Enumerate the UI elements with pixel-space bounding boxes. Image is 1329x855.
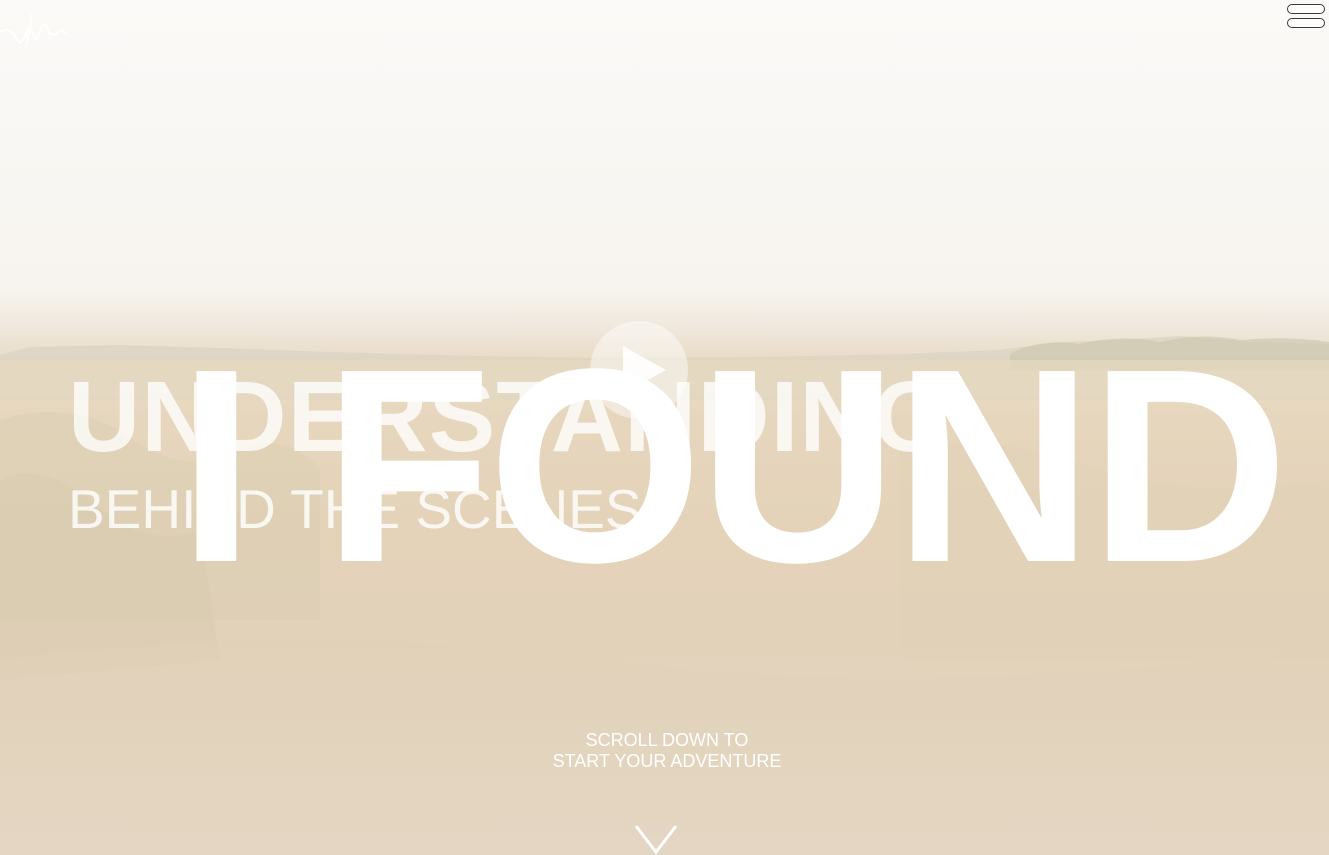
menu-bar-top (1287, 4, 1325, 14)
menu-button[interactable] (1286, 3, 1326, 31)
menu-bar-bottom (1287, 18, 1325, 28)
signature-logo-icon[interactable] (0, 4, 70, 52)
play-icon (623, 346, 666, 394)
scroll-prompt: SCROLL DOWN TO START YOUR ADVENTURE (540, 730, 794, 772)
scroll-prompt-line-2: START YOUR ADVENTURE (552, 751, 782, 771)
scroll-prompt-line-1: SCROLL DOWN TO (585, 730, 749, 750)
chevron-down-icon[interactable] (633, 822, 679, 855)
main-title: I FOUND (178, 312, 1289, 620)
play-button[interactable] (590, 321, 688, 419)
hero-section: UNDERSTANDING BEHIND THE SCENES I FOUND … (0, 0, 1329, 855)
